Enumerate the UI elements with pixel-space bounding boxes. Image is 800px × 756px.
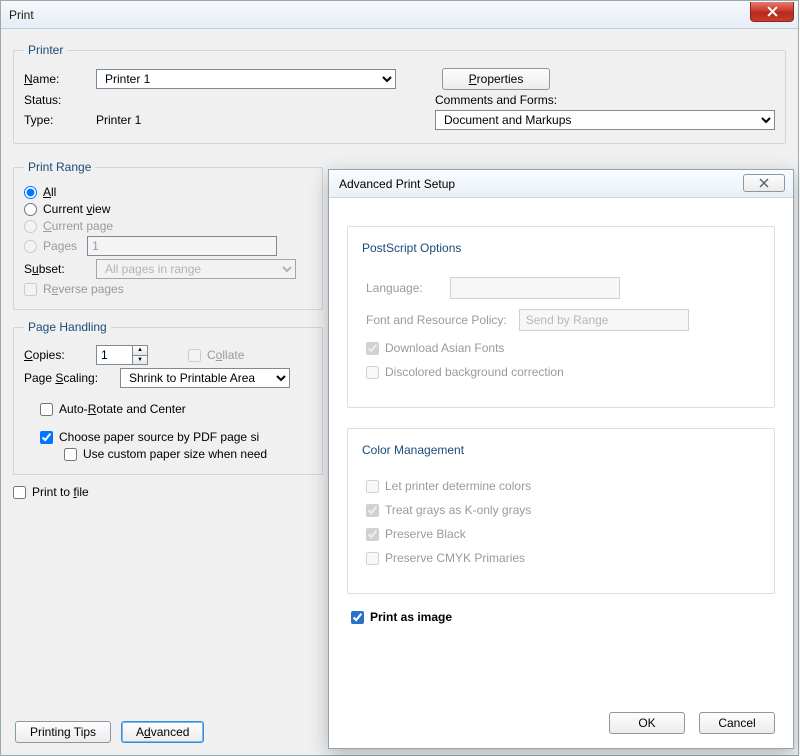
page-handling-legend: Page Handling <box>24 320 111 334</box>
language-label: Language: <box>366 281 438 295</box>
use-custom-paper[interactable]: Use custom paper size when need <box>64 447 267 461</box>
close-icon <box>759 178 769 188</box>
properties-button[interactable]: Properties <box>442 68 550 90</box>
discolored-bg-correction: Discolored background correction <box>366 365 564 379</box>
range-all[interactable]: All <box>24 185 56 199</box>
ok-button[interactable]: OK <box>609 712 685 734</box>
cancel-button[interactable]: Cancel <box>699 712 775 734</box>
language-select <box>450 277 620 299</box>
type-value: Printer 1 <box>96 113 141 127</box>
let-printer-determine-colors: Let printer determine colors <box>366 479 531 493</box>
name-label: Name: <box>24 72 86 86</box>
auto-rotate-center[interactable]: Auto-Rotate and Center <box>40 402 186 416</box>
pages-input <box>87 236 277 256</box>
treat-grays-k-only: Treat grays as K-only grays <box>366 503 531 517</box>
type-label: Type: <box>24 113 86 127</box>
advanced-print-setup-dialog: Advanced Print Setup PostScript Options … <box>328 169 794 749</box>
page-scaling-select[interactable]: Shrink to Printable Area <box>120 368 290 388</box>
range-current-page: Current page <box>24 219 113 233</box>
color-management-group: Color Management Let printer determine c… <box>347 428 775 594</box>
copies-label: Copies: <box>24 348 86 362</box>
preserve-black: Preserve Black <box>366 527 466 541</box>
download-asian-fonts: Download Asian Fonts <box>366 341 504 355</box>
reverse-pages: Reverse pages <box>24 282 124 296</box>
print-as-image[interactable]: Print as image <box>351 610 452 624</box>
copies-spinner[interactable]: ▲ ▼ <box>96 345 148 365</box>
print-title: Print <box>9 8 34 22</box>
printing-tips-button[interactable]: Printing Tips <box>15 721 111 743</box>
printer-legend: Printer <box>24 43 67 57</box>
advanced-title: Advanced Print Setup <box>339 177 455 191</box>
postscript-legend: PostScript Options <box>356 241 467 255</box>
status-label: Status: <box>24 93 86 107</box>
subset-label: Subset: <box>24 262 86 276</box>
font-policy-select: Send by Range <box>519 309 689 331</box>
preserve-cmyk-primaries: Preserve CMYK Primaries <box>366 551 525 565</box>
collate: Collate <box>188 348 244 362</box>
postscript-options-group: PostScript Options Language: Font and Re… <box>347 226 775 408</box>
color-management-legend: Color Management <box>356 443 470 457</box>
copies-down[interactable]: ▼ <box>133 355 147 365</box>
comments-label: Comments and Forms: <box>435 93 775 107</box>
page-handling-group: Page Handling Copies: ▲ ▼ Collate <box>13 320 323 475</box>
font-policy-label: Font and Resource Policy: <box>366 313 507 327</box>
page-scaling-label: Page Scaling: <box>24 371 110 385</box>
range-pages: Pages <box>24 239 77 253</box>
copies-input[interactable] <box>96 345 132 365</box>
copies-up[interactable]: ▲ <box>133 346 147 355</box>
range-current-view[interactable]: Current view <box>24 202 110 216</box>
advanced-close-button[interactable] <box>743 174 785 192</box>
comments-forms-select[interactable]: Document and Markups <box>435 110 775 130</box>
close-button[interactable] <box>750 2 794 22</box>
print-range-group: Print Range All Current view Current pag… <box>13 160 323 310</box>
choose-paper-source[interactable]: Choose paper source by PDF page si <box>40 430 259 444</box>
printer-group: Printer Name: Printer 1 Properties Statu… <box>13 43 786 144</box>
printer-name-select[interactable]: Printer 1 <box>96 69 396 89</box>
print-titlebar: Print <box>1 1 798 29</box>
advanced-button[interactable]: Advanced <box>121 721 204 743</box>
advanced-titlebar: Advanced Print Setup <box>329 170 793 198</box>
print-range-legend: Print Range <box>24 160 95 174</box>
close-icon <box>767 6 778 17</box>
subset-select: All pages in range <box>96 259 296 279</box>
print-to-file[interactable]: Print to file <box>13 485 89 499</box>
